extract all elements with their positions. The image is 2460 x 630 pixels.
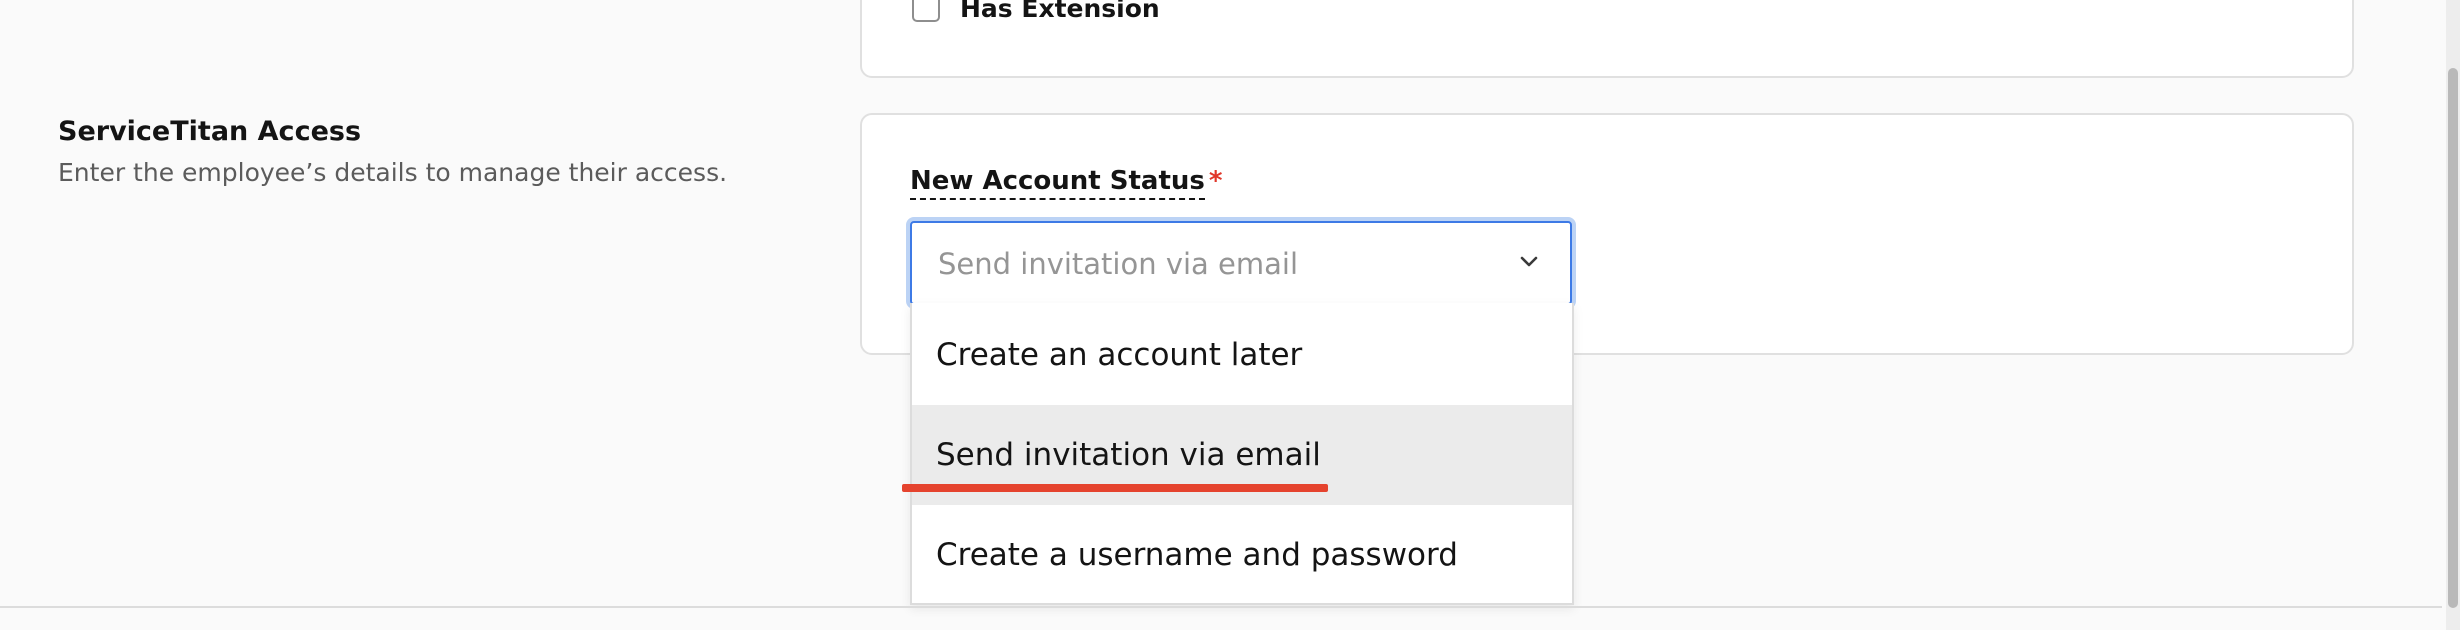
section-title: ServiceTitan Access (58, 116, 362, 147)
page: Has Extension ServiceTitan Access Enter … (0, 0, 2460, 630)
has-extension-label[interactable]: Has Extension (960, 0, 1160, 24)
section-description: Enter the employee’s details to manage t… (58, 158, 728, 187)
select-value: Send invitation via email (938, 247, 1299, 281)
chevron-down-icon (1520, 256, 1538, 267)
scrollbar-thumb[interactable] (2448, 68, 2458, 608)
option-create-account-later[interactable]: Create an account later (912, 305, 1572, 405)
account-status-menu: Create an account later Send invitation … (910, 303, 1574, 605)
account-status-label: New Account Status (910, 166, 1205, 200)
required-indicator: * (1208, 166, 1223, 196)
option-create-username-password[interactable]: Create a username and password (912, 505, 1572, 605)
account-status-select[interactable]: Send invitation via email (910, 221, 1572, 305)
has-extension-checkbox[interactable] (912, 0, 940, 22)
bottom-divider (0, 606, 2442, 608)
account-status-label-group: New Account Status * (910, 166, 1223, 200)
annotation-underline (902, 484, 1328, 492)
